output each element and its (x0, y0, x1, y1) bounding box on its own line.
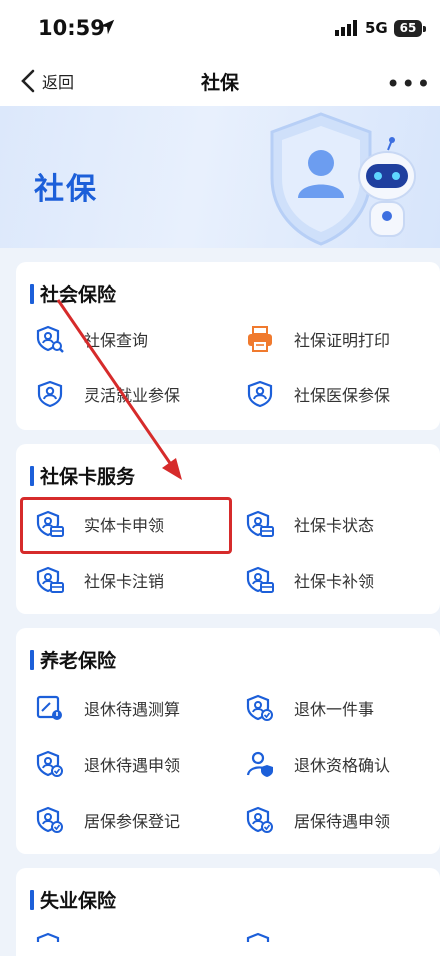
shield-icon-partial (36, 932, 60, 942)
shield-card-icon (36, 566, 64, 593)
person-shield-icon (246, 751, 273, 777)
service-label: 社保卡状态 (294, 516, 375, 535)
service-label: 退休资格确认 (294, 756, 391, 775)
status-time: 10:59 (38, 16, 105, 40)
shield-icon-partial (246, 932, 270, 942)
shield-search-icon (36, 325, 64, 353)
shield-check-icon (246, 806, 273, 833)
signal-icon (335, 20, 357, 36)
battery-icon: 65 (394, 20, 426, 37)
status-bar: 10:59 5G 65 (0, 0, 440, 58)
section-unemployment-insurance: 失业保险 (16, 868, 440, 956)
section-pension-insurance: 养老保险 退休待遇测算 退休一件事 退休待遇申领 退休资格确认 居保参保登记 居… (16, 628, 440, 854)
shield-check-icon (246, 694, 273, 721)
service-label: 居保待遇申领 (294, 812, 391, 831)
service-label: 退休待遇测算 (84, 700, 181, 719)
location-arrow-icon (99, 19, 115, 35)
service-label: 灵活就业参保 (84, 386, 181, 405)
section-accent-bar (30, 465, 34, 486)
service-label: 社保卡补领 (294, 572, 375, 591)
service-retirement-qualification[interactable]: 退休资格确认 (246, 750, 390, 778)
service-label: 社保卡注销 (84, 572, 165, 591)
page-title: 社保 (200, 72, 239, 94)
service-label: 居保参保登记 (84, 812, 181, 831)
service-flexible-employment[interactable]: 灵活就业参保 (36, 380, 180, 408)
section-accent-bar (30, 283, 34, 304)
section-title: 社会保险 (40, 284, 117, 306)
section-title: 失业保险 (40, 890, 117, 912)
service-label: 社保证明打印 (294, 331, 391, 350)
shield-person-icon (37, 380, 63, 408)
section-header: 养老保险 (30, 646, 116, 673)
service-label: 社保查询 (84, 331, 149, 350)
service-social-query[interactable]: 社保查询 (36, 325, 148, 353)
printer-icon (248, 326, 272, 352)
section-header: 社会保险 (30, 280, 116, 307)
service-retirement-benefit-apply[interactable]: 退休待遇申领 (36, 750, 180, 778)
more-menu-button[interactable]: ••• (386, 70, 431, 98)
service-label: 退休待遇申领 (84, 756, 181, 775)
calculator-icon (36, 695, 62, 720)
service-retirement-calc[interactable]: 退休待遇测算 (36, 694, 180, 722)
banner-title: 社保 (34, 172, 98, 207)
section-social-insurance: 社会保险 社保查询 社保证明打印 灵活就业参保 社保医保参保 (16, 262, 440, 430)
service-label: 社保医保参保 (294, 386, 391, 405)
service-card-status[interactable]: 社保卡状态 (246, 510, 374, 538)
section-title: 养老保险 (40, 650, 117, 672)
service-label: 退休一件事 (294, 700, 375, 719)
service-card-cancel[interactable]: 社保卡注销 (36, 566, 164, 594)
section-header: 社保卡服务 (30, 462, 135, 489)
shield-check-icon (36, 750, 63, 777)
section-accent-bar (30, 649, 34, 670)
section-header: 失业保险 (30, 886, 116, 913)
service-resident-enroll[interactable]: 居保参保登记 (36, 806, 180, 834)
service-resident-benefit-apply[interactable]: 居保待遇申领 (246, 806, 390, 834)
section-accent-bar (30, 889, 34, 910)
nav-bar: 返回 社保 ••• (0, 58, 440, 106)
shield-card-icon (246, 566, 274, 593)
shield-check-icon (36, 806, 63, 833)
shield-person-icon (247, 380, 273, 408)
shield-card-icon (246, 510, 274, 537)
highlight-box (20, 497, 232, 554)
service-certificate-print[interactable]: 社保证明打印 (246, 325, 390, 353)
banner: 社保 (0, 106, 440, 248)
service-card-reissue[interactable]: 社保卡补领 (246, 566, 374, 594)
service-retirement-one-thing[interactable]: 退休一件事 (246, 694, 374, 722)
robot-mascot-icon (358, 137, 416, 237)
network-type: 5G (365, 19, 388, 37)
service-medical-enroll[interactable]: 社保医保参保 (246, 380, 390, 408)
section-title: 社保卡服务 (40, 466, 136, 488)
